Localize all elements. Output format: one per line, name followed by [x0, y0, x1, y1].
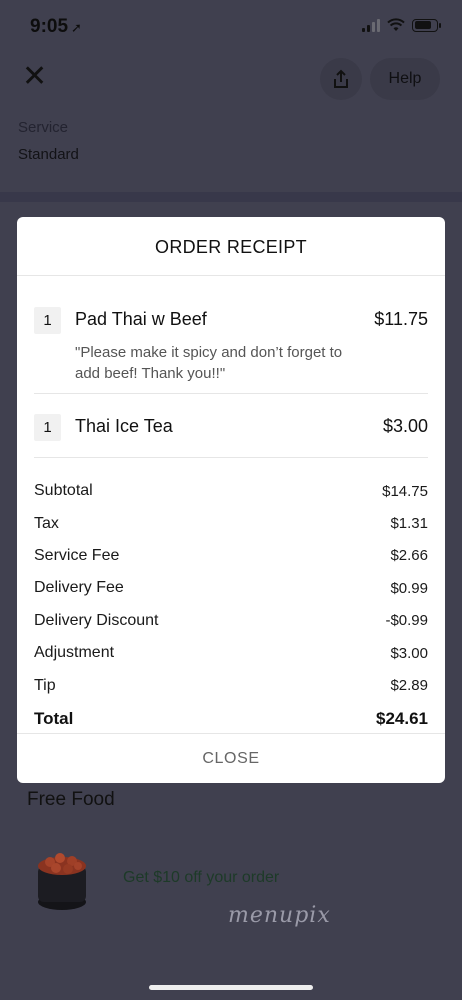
- share-button[interactable]: [320, 58, 362, 100]
- item-quantity: 1: [34, 414, 61, 441]
- summary-value: $2.66: [390, 547, 428, 565]
- summary-value: $1.31: [390, 515, 428, 533]
- summary-label: Tip: [34, 676, 56, 694]
- list-item: 1 Thai Ice Tea $3.00: [17, 394, 445, 457]
- summary-row-service-fee: Service Fee $2.66: [34, 540, 428, 572]
- summary-value: $2.89: [390, 677, 428, 695]
- summary-value: -$0.99: [385, 612, 428, 630]
- close-icon[interactable]: ✕: [22, 62, 47, 92]
- service-label: Service: [18, 119, 69, 136]
- summary-row-delivery-fee: Delivery Fee $0.99: [34, 572, 428, 604]
- order-receipt-modal: ORDER RECEIPT 1 Pad Thai w Beef $11.75 "…: [17, 217, 445, 783]
- receipt-summary: Subtotal $14.75 Tax $1.31 Service Fee $2…: [17, 458, 445, 736]
- summary-value: $14.75: [382, 482, 428, 500]
- summary-value: $3.00: [390, 644, 428, 662]
- status-bar: 9:05 ➚: [0, 0, 462, 52]
- item-price: $11.75: [374, 309, 428, 329]
- help-button[interactable]: Help: [370, 58, 440, 100]
- summary-row-tip: Tip $2.89: [34, 669, 428, 701]
- modal-title: ORDER RECEIPT: [17, 217, 445, 276]
- sushi-image: [38, 853, 86, 910]
- list-item: 1 Pad Thai w Beef $11.75 "Please make it…: [17, 276, 445, 393]
- item-note: "Please make it spicy and don’t forget t…: [75, 344, 343, 382]
- summary-label: Tax: [34, 514, 59, 532]
- summary-row-subtotal: Subtotal $14.75: [34, 475, 428, 507]
- summary-label: Delivery Fee: [34, 579, 124, 597]
- status-icons: [362, 18, 441, 32]
- item-name: Pad Thai w Beef: [75, 309, 207, 329]
- free-food-title: Free Food: [27, 789, 115, 810]
- summary-row-tax: Tax $1.31: [34, 507, 428, 539]
- section-divider: [0, 192, 462, 202]
- promo-text[interactable]: Get $10 off your order: [123, 869, 279, 887]
- home-indicator: [149, 985, 313, 990]
- battery-icon: [412, 18, 441, 32]
- service-value: Standard: [18, 146, 79, 163]
- item-quantity: 1: [34, 307, 61, 334]
- menupix-watermark: menupix: [228, 903, 331, 928]
- item-price: $3.00: [382, 416, 428, 436]
- location-arrow-icon: ➚: [71, 20, 82, 35]
- summary-row-adjustment: Adjustment $3.00: [34, 637, 428, 669]
- total-value: $24.61: [376, 708, 428, 728]
- summary-value: $0.99: [390, 579, 428, 597]
- status-time: 9:05 ➚: [30, 16, 82, 38]
- clock-text: 9:05: [30, 16, 69, 37]
- cellular-signal-icon: [362, 18, 380, 32]
- wifi-icon: [387, 18, 405, 31]
- total-label: Total: [34, 708, 74, 728]
- summary-label: Subtotal: [34, 482, 93, 500]
- summary-row-delivery-discount: Delivery Discount -$0.99: [34, 605, 428, 637]
- summary-label: Delivery Discount: [34, 611, 159, 629]
- item-name: Thai Ice Tea: [75, 416, 173, 436]
- share-icon: [334, 69, 348, 88]
- close-button[interactable]: CLOSE: [17, 733, 445, 783]
- summary-row-total: Total $24.61: [34, 702, 428, 736]
- summary-label: Adjustment: [34, 644, 115, 662]
- summary-label: Service Fee: [34, 546, 120, 564]
